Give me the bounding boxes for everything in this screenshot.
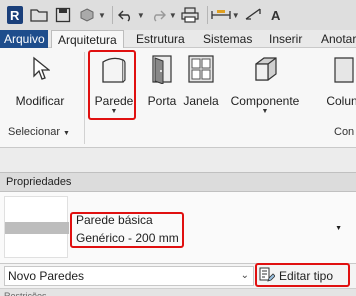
- tab-structure[interactable]: Estrutura: [136, 30, 185, 48]
- window-icon: [185, 52, 217, 86]
- type-highlight: [70, 212, 184, 248]
- column-icon: [326, 52, 356, 86]
- chevron-down-icon: ▼: [261, 108, 269, 115]
- modify-label: Modificar: [15, 94, 65, 108]
- quick-access-toolbar: R ▼ ▼ ▼ ▼ A: [0, 0, 356, 30]
- separator: [206, 6, 208, 24]
- build-panel-label: Con: [334, 126, 355, 138]
- select-panel-label[interactable]: Selecionar ▼: [8, 126, 70, 138]
- chevron-down-icon[interactable]: ▼: [232, 11, 240, 20]
- svg-text:A: A: [271, 8, 281, 23]
- constraints-row: Restrições: [0, 288, 356, 296]
- door-label: Porta: [147, 94, 177, 108]
- ribbon-tabs: Arquivo Arquitetura Estrutura Sistemas I…: [0, 30, 356, 49]
- instance-filter-value: Novo Paredes: [8, 269, 85, 283]
- column-button[interactable]: Colun: [320, 48, 356, 108]
- modify-button[interactable]: Modificar: [14, 48, 66, 108]
- wall-highlight: [88, 50, 136, 120]
- revit-logo-icon[interactable]: R: [5, 5, 25, 25]
- svg-text:R: R: [10, 8, 20, 23]
- chevron-down-icon[interactable]: ▼: [98, 11, 106, 20]
- component-label: Componente: [230, 94, 300, 108]
- instance-filter-select[interactable]: Novo Paredes ⌄: [4, 266, 254, 286]
- redo-icon[interactable]: [148, 5, 168, 25]
- tab-insert[interactable]: Inserir: [269, 30, 302, 48]
- undo-icon[interactable]: [116, 5, 136, 25]
- component-button[interactable]: Componente ▼: [228, 48, 302, 116]
- measure-icon[interactable]: [211, 5, 231, 25]
- wall-type-preview: [4, 196, 69, 258]
- edit-type-highlight: [255, 263, 350, 287]
- tab-systems[interactable]: Sistemas: [203, 30, 252, 48]
- chevron-down-icon[interactable]: ▼: [137, 11, 145, 20]
- workspace-gap: [0, 148, 356, 172]
- cursor-icon: [24, 52, 56, 86]
- tab-annotate[interactable]: Anotar: [321, 30, 356, 48]
- properties-title: Propriedades: [0, 172, 356, 192]
- chevron-down-icon[interactable]: ▼: [169, 11, 177, 20]
- separator: [111, 6, 113, 24]
- door-button[interactable]: Porta: [144, 48, 180, 108]
- column-label: Colun: [326, 94, 356, 108]
- ribbon-panel: Modificar Selecionar ▼ Parede ▼ Porta Ja…: [0, 48, 356, 148]
- print-icon[interactable]: [180, 5, 200, 25]
- text-annotation-icon[interactable]: A: [267, 5, 287, 25]
- chevron-down-icon: ▼: [63, 130, 70, 137]
- component-icon: [249, 52, 281, 86]
- tab-architecture[interactable]: Arquitetura: [51, 30, 124, 49]
- panel-separator: [84, 52, 85, 144]
- window-button[interactable]: Janela: [181, 48, 221, 108]
- chevron-down-icon: ⌄: [240, 270, 249, 281]
- open-folder-icon[interactable]: [29, 5, 49, 25]
- door-icon: [146, 52, 178, 86]
- window-label: Janela: [183, 94, 219, 108]
- dimension-icon[interactable]: [243, 5, 263, 25]
- chevron-down-icon[interactable]: ▼: [335, 225, 342, 232]
- sync-icon[interactable]: [77, 5, 97, 25]
- tab-file[interactable]: Arquivo: [0, 30, 48, 48]
- save-icon[interactable]: [53, 5, 73, 25]
